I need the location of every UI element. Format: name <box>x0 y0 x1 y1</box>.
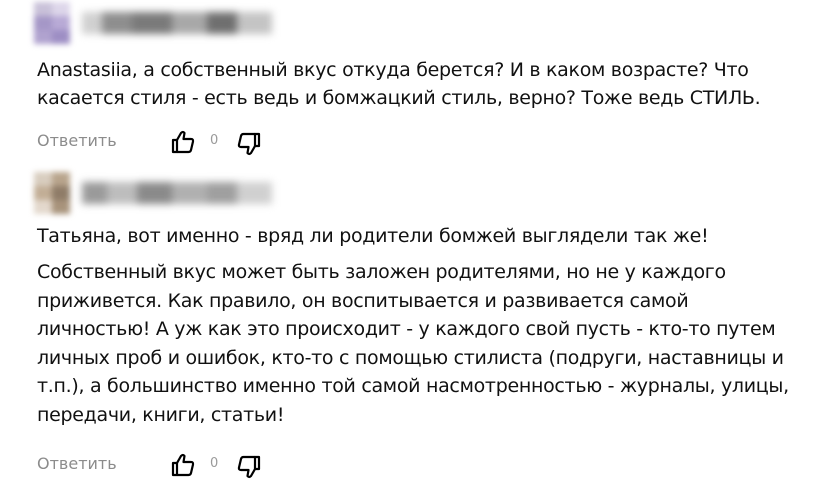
like-count: 0 <box>210 456 219 471</box>
thumbs-down-icon[interactable] <box>236 454 262 480</box>
comment-author-header-blurred <box>30 172 272 216</box>
comment: Татьяна, вот именно - вряд ли родители б… <box>0 170 815 493</box>
author-name-blurred[interactable] <box>82 182 272 204</box>
comments-thread: Anastasiia, а собственный вкус откуда бе… <box>0 0 815 493</box>
avatar[interactable] <box>34 2 70 44</box>
comment-text: Татьяна, вот именно - вряд ли родители б… <box>37 225 709 247</box>
reply-button[interactable]: Ответить <box>37 131 117 150</box>
thumbs-down-icon[interactable] <box>236 131 262 157</box>
thumbs-up-icon[interactable] <box>170 129 196 155</box>
reply-button[interactable]: Ответить <box>37 454 117 473</box>
comment-text: Собственный вкус может быть заложен роди… <box>37 261 789 426</box>
avatar[interactable] <box>34 172 70 214</box>
comment-actions: Ответить 0 <box>37 452 297 480</box>
comment-text: Anastasiia, а собственный вкус откуда бе… <box>37 59 761 109</box>
author-name-blurred[interactable] <box>82 12 272 34</box>
comment-author-header-blurred <box>30 2 272 46</box>
comment: Anastasiia, а собственный вкус откуда бе… <box>0 0 815 170</box>
like-count: 0 <box>210 133 219 148</box>
thumbs-up-icon[interactable] <box>170 452 196 478</box>
comment-actions: Ответить 0 <box>37 129 297 157</box>
